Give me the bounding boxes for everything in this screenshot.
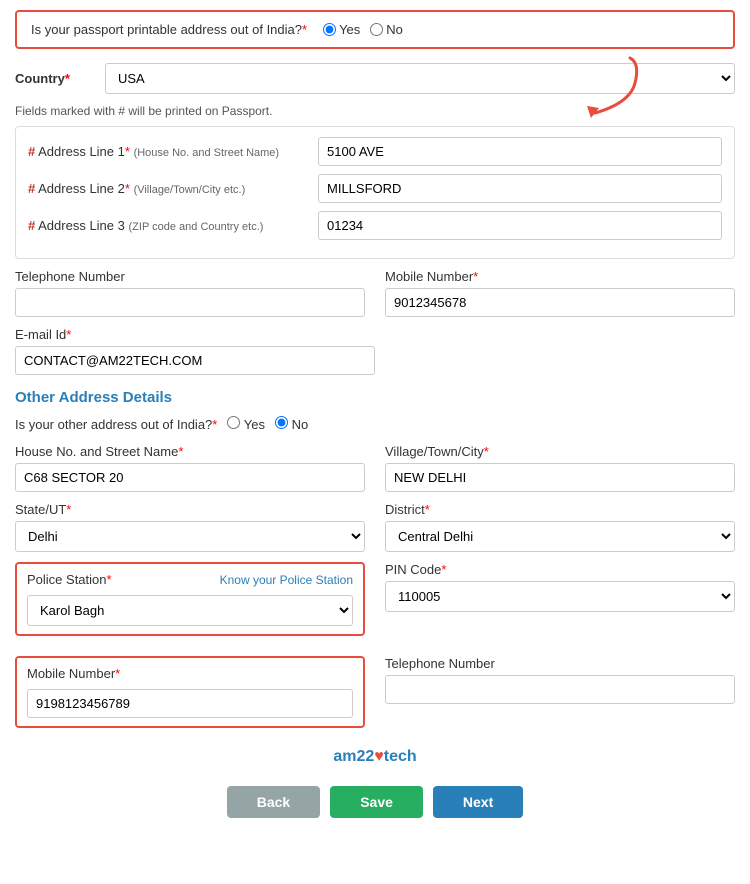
state-label: State/UT* bbox=[15, 502, 365, 517]
telephone-col: Telephone Number bbox=[15, 269, 365, 317]
other-mobile-highlighted-box: Mobile Number* bbox=[15, 656, 365, 728]
mobile-input[interactable] bbox=[385, 288, 735, 317]
other-mobile-input[interactable] bbox=[27, 689, 353, 718]
police-highlighted-box: Police Station* Know your Police Station… bbox=[15, 562, 365, 636]
address-fields-section: # Address Line 1* (House No. and Street … bbox=[15, 126, 735, 259]
other-telephone-label: Telephone Number bbox=[385, 656, 735, 671]
other-telephone-col: Telephone Number bbox=[385, 656, 735, 704]
address-line2-label: # Address Line 2* (Village/Town/City etc… bbox=[28, 181, 308, 196]
fields-note: Fields marked with # will be printed on … bbox=[15, 104, 735, 118]
village-input[interactable] bbox=[385, 463, 735, 492]
state-col: State/UT* Delhi Maharashtra Karnataka Ta… bbox=[15, 502, 365, 552]
police-label: Police Station* bbox=[27, 572, 112, 587]
address-line2-row: # Address Line 2* (Village/Town/City etc… bbox=[28, 174, 722, 203]
passport-required-star: * bbox=[302, 22, 307, 37]
village-label: Village/Town/City* bbox=[385, 444, 735, 459]
country-select[interactable]: USA India UK Canada Australia bbox=[105, 63, 735, 94]
passport-no-radio[interactable] bbox=[370, 23, 383, 36]
address-line3-row: # Address Line 3 (ZIP code and Country e… bbox=[28, 211, 722, 240]
passport-question-text: Is your passport printable address out o… bbox=[31, 22, 302, 37]
country-row: Country* USA India UK Canada Australia bbox=[15, 63, 735, 94]
pin-select[interactable]: 110005 110001 110002 110003 bbox=[385, 581, 735, 612]
house-input[interactable] bbox=[15, 463, 365, 492]
save-button[interactable]: Save bbox=[330, 786, 423, 818]
other-address-question-text: Is your other address out of India?* bbox=[15, 417, 217, 432]
other-telephone-input[interactable] bbox=[385, 675, 735, 704]
address-line1-row: # Address Line 1* (House No. and Street … bbox=[28, 137, 722, 166]
other-yes-radio[interactable] bbox=[227, 416, 240, 429]
police-station-header: Police Station* Know your Police Station bbox=[27, 572, 353, 587]
other-address-title: Other Address Details bbox=[15, 389, 735, 406]
other-mobile-label: Mobile Number* bbox=[27, 666, 353, 681]
other-mobile-tel-row: Mobile Number* Telephone Number bbox=[15, 656, 735, 738]
passport-no-text: No bbox=[386, 22, 403, 37]
state-select[interactable]: Delhi Maharashtra Karnataka Tamil Nadu U… bbox=[15, 521, 365, 552]
email-row: E-mail Id* bbox=[15, 327, 735, 375]
house-village-row: House No. and Street Name* Village/Town/… bbox=[15, 444, 735, 492]
village-col: Village/Town/City* bbox=[385, 444, 735, 492]
state-district-row: State/UT* Delhi Maharashtra Karnataka Ta… bbox=[15, 502, 735, 552]
pin-col: PIN Code* 110005 110001 110002 110003 bbox=[385, 562, 735, 612]
other-no-radio[interactable] bbox=[275, 416, 288, 429]
passport-yes-label[interactable]: Yes bbox=[323, 22, 360, 37]
police-pin-row: Police Station* Know your Police Station… bbox=[15, 562, 735, 646]
police-select[interactable]: Karol Bagh Connaught Place Chandni Chowk… bbox=[27, 595, 353, 626]
district-col: District* Central Delhi North Delhi Sout… bbox=[385, 502, 735, 552]
house-col: House No. and Street Name* bbox=[15, 444, 365, 492]
passport-yes-radio[interactable] bbox=[323, 23, 336, 36]
email-label: E-mail Id* bbox=[15, 327, 735, 342]
mobile-label: Mobile Number* bbox=[385, 269, 735, 284]
passport-question-box: Is your passport printable address out o… bbox=[15, 10, 735, 49]
passport-yes-text: Yes bbox=[339, 22, 360, 37]
next-button[interactable]: Next bbox=[433, 786, 523, 818]
passport-no-label[interactable]: No bbox=[370, 22, 403, 37]
other-yes-text: Yes bbox=[244, 417, 265, 432]
passport-radio-group: Yes No bbox=[323, 22, 403, 37]
email-input[interactable] bbox=[15, 346, 375, 375]
country-label: Country* bbox=[15, 71, 95, 86]
other-mobile-col: Mobile Number* bbox=[15, 656, 365, 738]
pin-label: PIN Code* bbox=[385, 562, 735, 577]
district-select[interactable]: Central Delhi North Delhi South Delhi Ea… bbox=[385, 521, 735, 552]
address-line1-input[interactable] bbox=[318, 137, 722, 166]
other-yes-label[interactable]: Yes bbox=[227, 416, 265, 432]
house-label: House No. and Street Name* bbox=[15, 444, 365, 459]
address-line3-label: # Address Line 3 (ZIP code and Country e… bbox=[28, 218, 308, 233]
telephone-label: Telephone Number bbox=[15, 269, 365, 284]
know-police-link[interactable]: Know your Police Station bbox=[220, 573, 353, 587]
address-line1-label: # Address Line 1* (House No. and Street … bbox=[28, 144, 308, 159]
district-label: District* bbox=[385, 502, 735, 517]
address-line2-input[interactable] bbox=[318, 174, 722, 203]
telephone-input[interactable] bbox=[15, 288, 365, 317]
tel-mobile-row: Telephone Number Mobile Number* bbox=[15, 269, 735, 317]
bottom-buttons: Back Save Next bbox=[15, 786, 735, 818]
mobile-col: Mobile Number* bbox=[385, 269, 735, 317]
other-no-label[interactable]: No bbox=[275, 416, 308, 432]
country-select-wrap: USA India UK Canada Australia bbox=[105, 63, 735, 94]
address-line3-input[interactable] bbox=[318, 211, 722, 240]
back-button[interactable]: Back bbox=[227, 786, 320, 818]
other-address-question: Is your other address out of India?* Yes… bbox=[15, 416, 735, 432]
brand-text: am22♥tech bbox=[15, 748, 735, 766]
police-col: Police Station* Know your Police Station… bbox=[15, 562, 365, 646]
other-no-text: No bbox=[292, 417, 309, 432]
brand-heart: ♥ bbox=[374, 748, 384, 765]
passport-question-label: Is your passport printable address out o… bbox=[31, 22, 307, 37]
